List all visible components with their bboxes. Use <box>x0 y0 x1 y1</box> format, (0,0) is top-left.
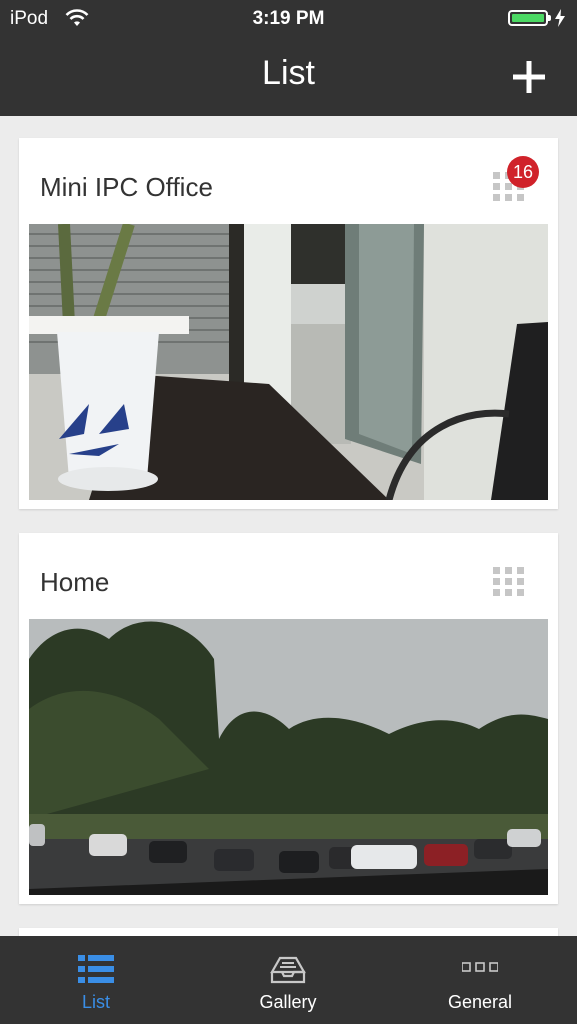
tab-bar: List Gallery General <box>0 936 577 1024</box>
status-bar: iPod 3:19 PM <box>0 0 577 36</box>
add-device-button[interactable] <box>508 56 550 98</box>
tab-label: General <box>447 992 513 1012</box>
device-card: Mini IPC Office 16 <box>19 138 558 509</box>
charging-icon <box>555 9 565 27</box>
tab-list[interactable]: List <box>0 936 192 1024</box>
navigation-bar: List <box>0 36 577 116</box>
gallery-tray-icon <box>270 956 306 984</box>
grid-view-icon[interactable] <box>493 567 525 597</box>
tab-label: List <box>81 992 110 1012</box>
tab-gallery[interactable]: Gallery <box>192 936 384 1024</box>
device-name: Mini IPC Office <box>40 172 213 202</box>
alarm-count-badge: 16 <box>507 156 539 188</box>
page-title: List <box>262 54 315 92</box>
device-card: Home <box>19 533 558 904</box>
tab-label: Gallery <box>259 992 317 1012</box>
camera-preview[interactable] <box>29 619 548 895</box>
list-icon <box>78 955 114 983</box>
device-name: Home <box>40 567 110 597</box>
battery-icon <box>508 10 551 26</box>
more-dots-icon <box>462 962 498 972</box>
tab-general[interactable]: General <box>384 936 576 1024</box>
camera-preview[interactable] <box>29 224 548 500</box>
clock: 3:19 PM <box>252 8 325 29</box>
